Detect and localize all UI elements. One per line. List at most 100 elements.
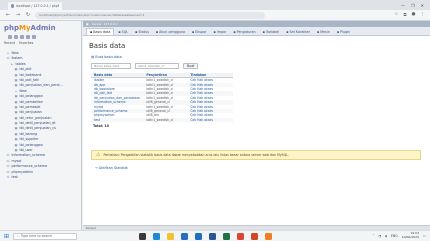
network-icon[interactable]: ◔ [378,234,381,238]
mail-icon[interactable] [195,232,203,240]
excel-icon[interactable] [223,232,231,240]
taskbar-search-placeholder: Type here to search [20,234,53,238]
bookmark-star-icon[interactable]: ☆ [394,12,398,18]
databases-table: Basis data Penyortiran Tindakan ikalam la… [91,73,234,123]
clock[interactable]: 19:03 10/06/2020 [402,232,419,239]
recent-tab[interactable]: Recent [4,41,15,45]
window-controls: — ❐ ✕ [401,3,430,8]
recent-favorites: Recent Favorites [0,39,81,47]
xampp-icon[interactable] [265,232,273,240]
maximize-icon[interactable]: ❐ [411,3,415,8]
tab-mesin[interactable]: ▪ Mesin [314,28,333,35]
address-actions: ☆ ⧉ ● ⋮ [394,12,425,18]
create-database-toggle[interactable]: ▤ Buat basis data [83,50,430,59]
browser-tab[interactable]: localhost / 127.0.0.1 / phpMyAdmin [8,2,62,10]
tab-variabel[interactable]: ▪ Variabel [260,28,283,35]
tab-label: Set Karakter [289,29,311,34]
tab-basis-data[interactable]: ▪ Basis data [86,28,115,35]
task-view-icon[interactable] [139,232,147,240]
logo-php: php [4,24,20,32]
windows-start-icon[interactable]: ⊞ [4,233,9,240]
variables-icon: ▪ [262,29,265,34]
phpmyadmin-logo[interactable]: phpMyAdmin [0,21,81,34]
tree-item[interactable]: ⛁ test [0,175,81,180]
server-crumb[interactable]: Server: 127.0.0.1 [92,22,118,26]
logout-icon[interactable] [14,35,18,39]
settings-icon[interactable] [26,35,30,39]
create-database-form: Nama basis data latin1_swedish_ci Buat [83,59,430,69]
tab-status[interactable]: ▪ Status [132,28,152,35]
sql-icon: ▪ [118,29,121,34]
taskbar-search[interactable]: ⌕ Type here to search [13,232,78,240]
minimize-icon[interactable]: — [401,3,405,8]
browser-tab-title: localhost / 127.0.0.1 / phpMyAdmin [16,4,59,8]
url-field[interactable]: localhost/phpmyadmin/index.php?route=/se… [35,11,265,19]
statistics-notice: ⚠ Perhatian: Pengaktifan statistik basis… [91,150,421,160]
tab-impor[interactable]: ▪ Impor [210,28,229,35]
table-row: information_schema utf8_general_ci Cek Hak… [91,100,234,105]
warning-icon: ⚠ [96,152,101,158]
file-explorer-icon[interactable] [167,232,175,240]
page-title: Basis data [89,42,126,50]
clock-date: 10/06/2020 [401,235,419,239]
taskbar: ⊞ ⌕ Type here to search ˄ ◔ ◖ ENG 19:03 … [0,230,430,241]
profile-icon[interactable]: ● [412,12,416,18]
powerpoint-icon[interactable] [251,232,259,240]
create-database-label: Buat basis data [95,55,122,59]
total-count: Total: 10 [93,124,110,129]
reload-icon[interactable]: ↻ [25,12,31,18]
address-bar: ← → ↻ localhost/phpmyadmin/index.php?rou… [0,10,430,21]
status-icon: ▪ [135,29,138,34]
tab-pengaturan[interactable]: ▪ Pengaturan [230,28,258,35]
tab-ekspor[interactable]: ▪ Ekspor [189,28,209,35]
logo-my: My [19,24,31,32]
collation-select[interactable]: latin1_swedish_ci [135,63,179,69]
tab-label: Akun pengguna [159,29,186,34]
language-indicator[interactable]: ENG [391,234,398,238]
close-icon[interactable]: ✕ [421,3,424,8]
db-name-input[interactable]: Nama basis data [91,63,131,69]
tab-label: Status [138,29,149,34]
extensions-icon[interactable]: ⧉ [403,12,406,18]
tab-label: Plugin [340,29,351,34]
forward-icon[interactable]: → [15,12,21,18]
navigation-panel: phpMyAdmin Recent Favorites + New ⛁ ikalam ▸… [0,21,82,230]
users-icon: ▪ [155,29,159,34]
create-button[interactable]: Buat [183,63,199,69]
tab-label: Mesin [320,29,330,34]
menu-icon[interactable]: ⋮ [421,12,426,18]
system-tray: ˄ ◔ ◖ ENG 19:03 10/06/2020 ▭ [373,232,426,239]
tab-sql[interactable]: ▪ SQL [115,28,131,35]
browser-tabstrip: localhost / 127.0.0.1 / phpMyAdmin — ❐ ✕ [0,0,430,10]
back-icon[interactable]: ← [5,12,11,18]
home-icon[interactable] [8,35,12,39]
tab-label: SQL [121,29,129,34]
notice-text: Perhatian: Pengaktifan statistik basis d… [103,153,289,157]
tab-label: Impor [216,29,227,34]
tab-label: Pengaturan [236,29,256,34]
favicon-icon [11,4,15,8]
chevron-up-icon[interactable]: ˄ [373,234,375,238]
reload-nav-icon[interactable] [32,35,36,39]
charset-icon: ▪ [286,29,289,34]
tab-set-karakter[interactable]: ▪ Set Karakter [283,28,313,35]
import-icon: ▪ [213,29,216,34]
main-panel: ▣ Server: 127.0.0.1 ▪ Basis data ▪ SQL ▪ Stat… [83,21,430,230]
enable-statistics-label: Aktifkan Statistik [98,166,128,170]
chrome-icon[interactable] [237,232,245,240]
enable-statistics-link[interactable]: → Aktifkan Statistik [95,166,128,170]
tab-plugin[interactable]: ▪ Plugin [334,28,353,35]
tab-akun-pengguna[interactable]: ▪ Akun pengguna [153,28,188,35]
engine-icon: ▪ [317,29,320,34]
plugin-icon: ▪ [336,29,340,34]
store-icon[interactable] [181,232,189,240]
database-icon: ▪ [90,30,93,34]
tab-label: Variabel [265,29,280,34]
pinned-apps [139,232,273,240]
notifications-icon[interactable]: ▭ [423,234,426,238]
favorites-tab[interactable]: Favorites [19,41,33,45]
docs-icon[interactable] [20,35,24,39]
volume-icon[interactable]: ◖ [385,234,387,238]
edge-icon[interactable] [153,232,161,240]
word-icon[interactable] [209,232,217,240]
